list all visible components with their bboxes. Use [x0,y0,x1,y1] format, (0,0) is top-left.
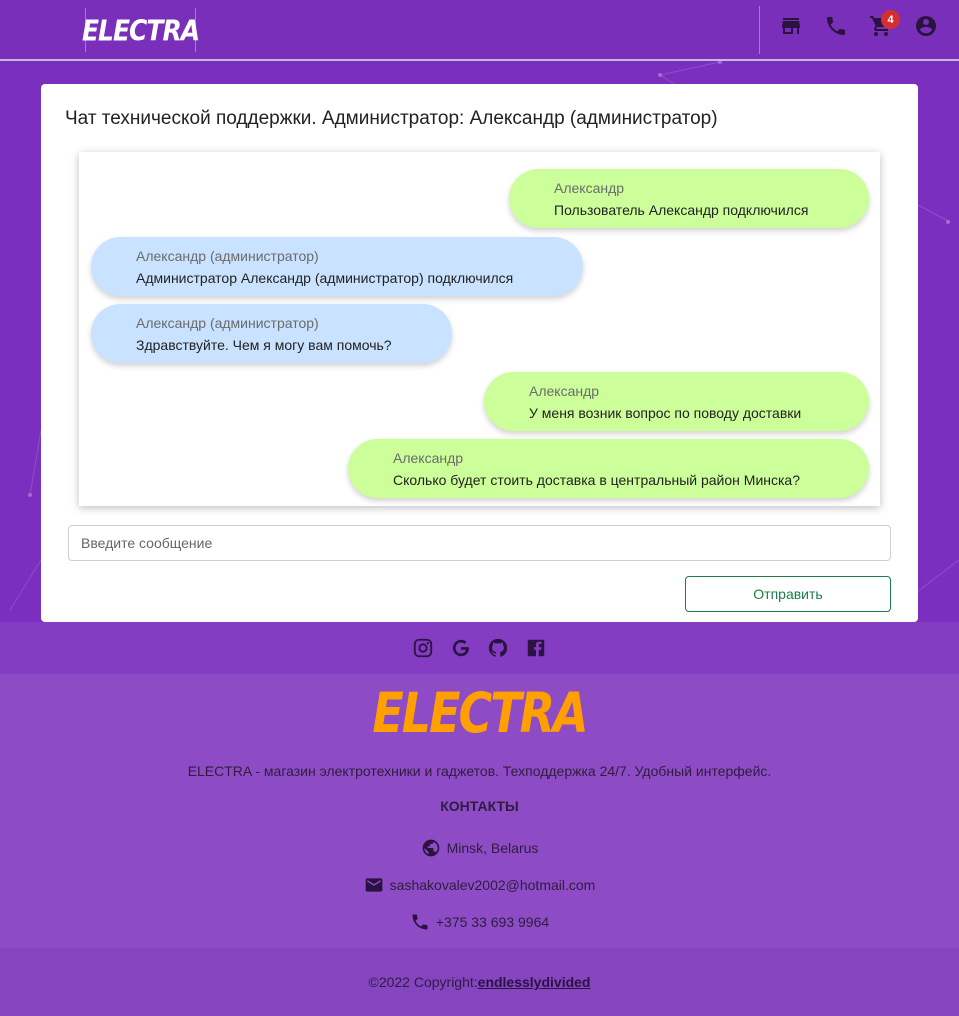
globe-icon [422,839,439,857]
message-text: У меня возник вопрос по поводу доставки [529,405,802,421]
chat-message-admin: Александр (администратор) Здравствуйте. … [91,304,452,363]
chat-message-user: Александр Сколько будет стоить доставка … [348,439,869,498]
contact-location: Minsk, Belarus [0,838,959,858]
account-icon[interactable] [914,14,938,38]
github-icon[interactable] [487,637,509,659]
copyright-text: ©2022 Copyright: [368,974,478,990]
social-links-bar [0,622,959,674]
message-text: Сколько будет стоить доставка в централь… [393,472,801,488]
message-input[interactable] [68,525,891,561]
message-sender: Александр [554,180,625,196]
contact-phone: +375 33 693 9964 [0,912,959,932]
support-chat-card: Чат технической поддержки. Администратор… [41,84,918,622]
message-sender: Александр (администратор) [136,248,319,264]
chat-message-user: Александр Пользователь Александр подключ… [509,169,869,228]
footer: ELECTRA ELECTRA - магазин электротехники… [0,674,959,948]
message-sender: Александр [393,450,464,466]
author-link[interactable]: endlesslydivided [478,974,591,990]
store-icon[interactable] [779,14,803,38]
top-navbar: ELECTRA 4 [0,0,959,61]
message-text: Администратор Александр (администратор) … [136,270,514,286]
email-text[interactable]: sashakovalev2002@hotmail.com [390,877,596,893]
send-button[interactable]: Отправить [685,576,891,612]
google-icon[interactable] [450,637,472,659]
message-text: Здравствуйте. Чем я могу вам помочь? [136,337,392,353]
footer-description: ELECTRA - магазин электротехники и гадже… [187,763,772,779]
instagram-icon[interactable] [412,637,434,659]
cart-count-badge: 4 [881,10,900,29]
message-sender: Александр (администратор) [136,315,319,331]
phone-icon [412,914,428,930]
copyright-bar: ©2022 Copyright:endlesslydivided [0,948,959,1016]
message-sender: Александр [529,383,600,399]
brand-logo-text: ELECTRA [81,13,200,47]
contact-email: sashakovalev2002@hotmail.com [0,875,959,895]
facebook-icon[interactable] [525,637,547,659]
chat-message-admin: Александр (администратор) Администратор … [91,237,583,296]
brand-logo[interactable]: ELECTRA [81,8,200,52]
phone-text[interactable]: +375 33 693 9964 [436,914,549,930]
mail-icon [365,878,383,892]
location-text: Minsk, Belarus [446,840,539,856]
phone-icon[interactable] [824,14,848,38]
contacts-heading: КОНТАКТЫ [440,798,519,814]
chat-message-user: Александр У меня возник вопрос по поводу… [484,372,869,431]
footer-logo: ELECTRA [372,680,588,746]
message-text: Пользователь Александр подключился [554,202,809,218]
chat-messages[interactable]: Александр Пользователь Александр подключ… [79,152,880,506]
chat-title: Чат технической поддержки. Администратор… [65,108,718,129]
